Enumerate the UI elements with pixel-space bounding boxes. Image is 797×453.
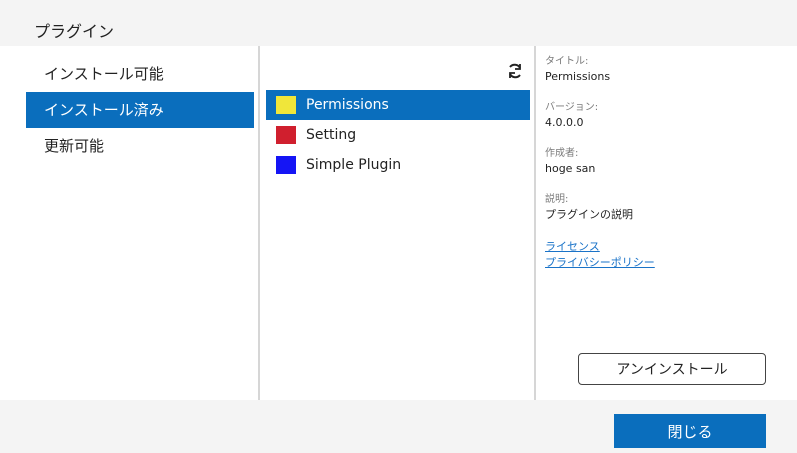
plugin-list: Permissions Setting Simple Plugin [266,90,530,180]
description-label: 説明: [545,194,569,205]
category-list: インストール可能 インストール済み 更新可能 [18,46,260,400]
plugin-list-pane: Permissions Setting Simple Plugin [260,46,536,400]
plugin-item-setting[interactable]: Setting [266,120,530,150]
plugin-color-swatch [276,96,296,114]
plugin-name: Simple Plugin [306,157,402,173]
plugin-item-permissions[interactable]: Permissions [266,90,530,120]
dialog-title: プラグイン [0,0,797,46]
title-label: タイトル: [545,56,589,67]
title-value: Permissions [545,70,611,83]
license-link[interactable]: ライセンス [545,239,788,255]
version-value: 4.0.0.0 [545,116,584,129]
plugin-color-swatch [276,126,296,144]
detail-links: ライセンス プライバシーポリシー [545,239,788,271]
plugin-name: Setting [306,127,357,143]
author-label: 作成者: [545,148,579,159]
plugin-name: Permissions [306,97,389,113]
uninstall-button[interactable]: アンインストール [578,353,766,385]
version-label: バージョン: [545,102,599,113]
plugin-details: タイトル: Permissions バージョン: 4.0.0.0 作成者: ho… [536,46,788,400]
plugin-panes: インストール可能 インストール済み 更新可能 Permissions Setti… [18,46,788,400]
category-updatable[interactable]: 更新可能 [26,128,254,164]
dialog-footer: 閉じる [0,400,797,453]
category-installed[interactable]: インストール済み [26,92,254,128]
privacy-policy-link[interactable]: プライバシーポリシー [545,255,788,271]
plugin-color-swatch [276,156,296,174]
close-button[interactable]: 閉じる [614,414,766,448]
description-value: プラグインの説明 [545,208,633,221]
category-installable[interactable]: インストール可能 [26,56,254,92]
author-value: hoge san [545,162,596,175]
refresh-icon[interactable] [506,62,524,80]
plugin-item-simple-plugin[interactable]: Simple Plugin [266,150,530,180]
